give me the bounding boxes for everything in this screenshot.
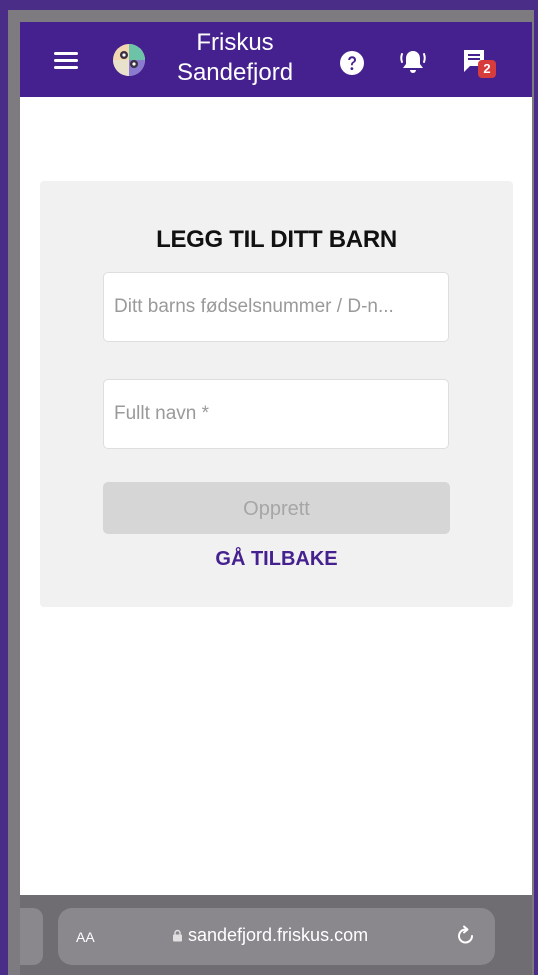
create-button[interactable]: Opprett — [103, 482, 450, 534]
id-number-input[interactable] — [104, 273, 448, 341]
app-title: Friskus Sandefjord — [160, 28, 310, 88]
notification-badge: 2 — [478, 60, 496, 78]
text-size-button[interactable]: AA — [76, 925, 95, 948]
bell-icon[interactable] — [398, 48, 428, 76]
app-header: Friskus Sandefjord 2 — [20, 22, 532, 97]
form-title: LEGG TIL DITT BARN — [156, 226, 397, 253]
text-size-label: AA — [76, 929, 95, 945]
help-icon[interactable] — [339, 50, 365, 76]
lock-icon — [173, 929, 182, 942]
address-bar[interactable]: AA sandefjord.friskus.com — [58, 908, 495, 965]
id-number-field — [103, 272, 449, 342]
app-title-line1: Friskus — [196, 29, 274, 56]
chat-icon[interactable]: 2 — [462, 48, 496, 80]
phone-screen: Friskus Sandefjord 2 LEGG TIL DITT BARN — [20, 22, 532, 975]
browser-toolbar: AA sandefjord.friskus.com — [20, 895, 532, 975]
hamburger-menu-icon[interactable] — [54, 50, 78, 70]
go-back-link[interactable]: GÅ TILBAKE — [40, 548, 513, 571]
full-name-field — [103, 379, 449, 449]
reload-icon[interactable] — [455, 924, 477, 948]
app-title-line2: Sandefjord — [176, 59, 294, 86]
previous-tab-pill[interactable] — [20, 908, 43, 965]
url-text: sandefjord.friskus.com — [188, 925, 369, 945]
full-name-input[interactable] — [104, 380, 448, 448]
friskus-logo-icon[interactable] — [112, 43, 146, 77]
add-child-card: LEGG TIL DITT BARN Opprett GÅ TILBAKE — [40, 181, 513, 607]
